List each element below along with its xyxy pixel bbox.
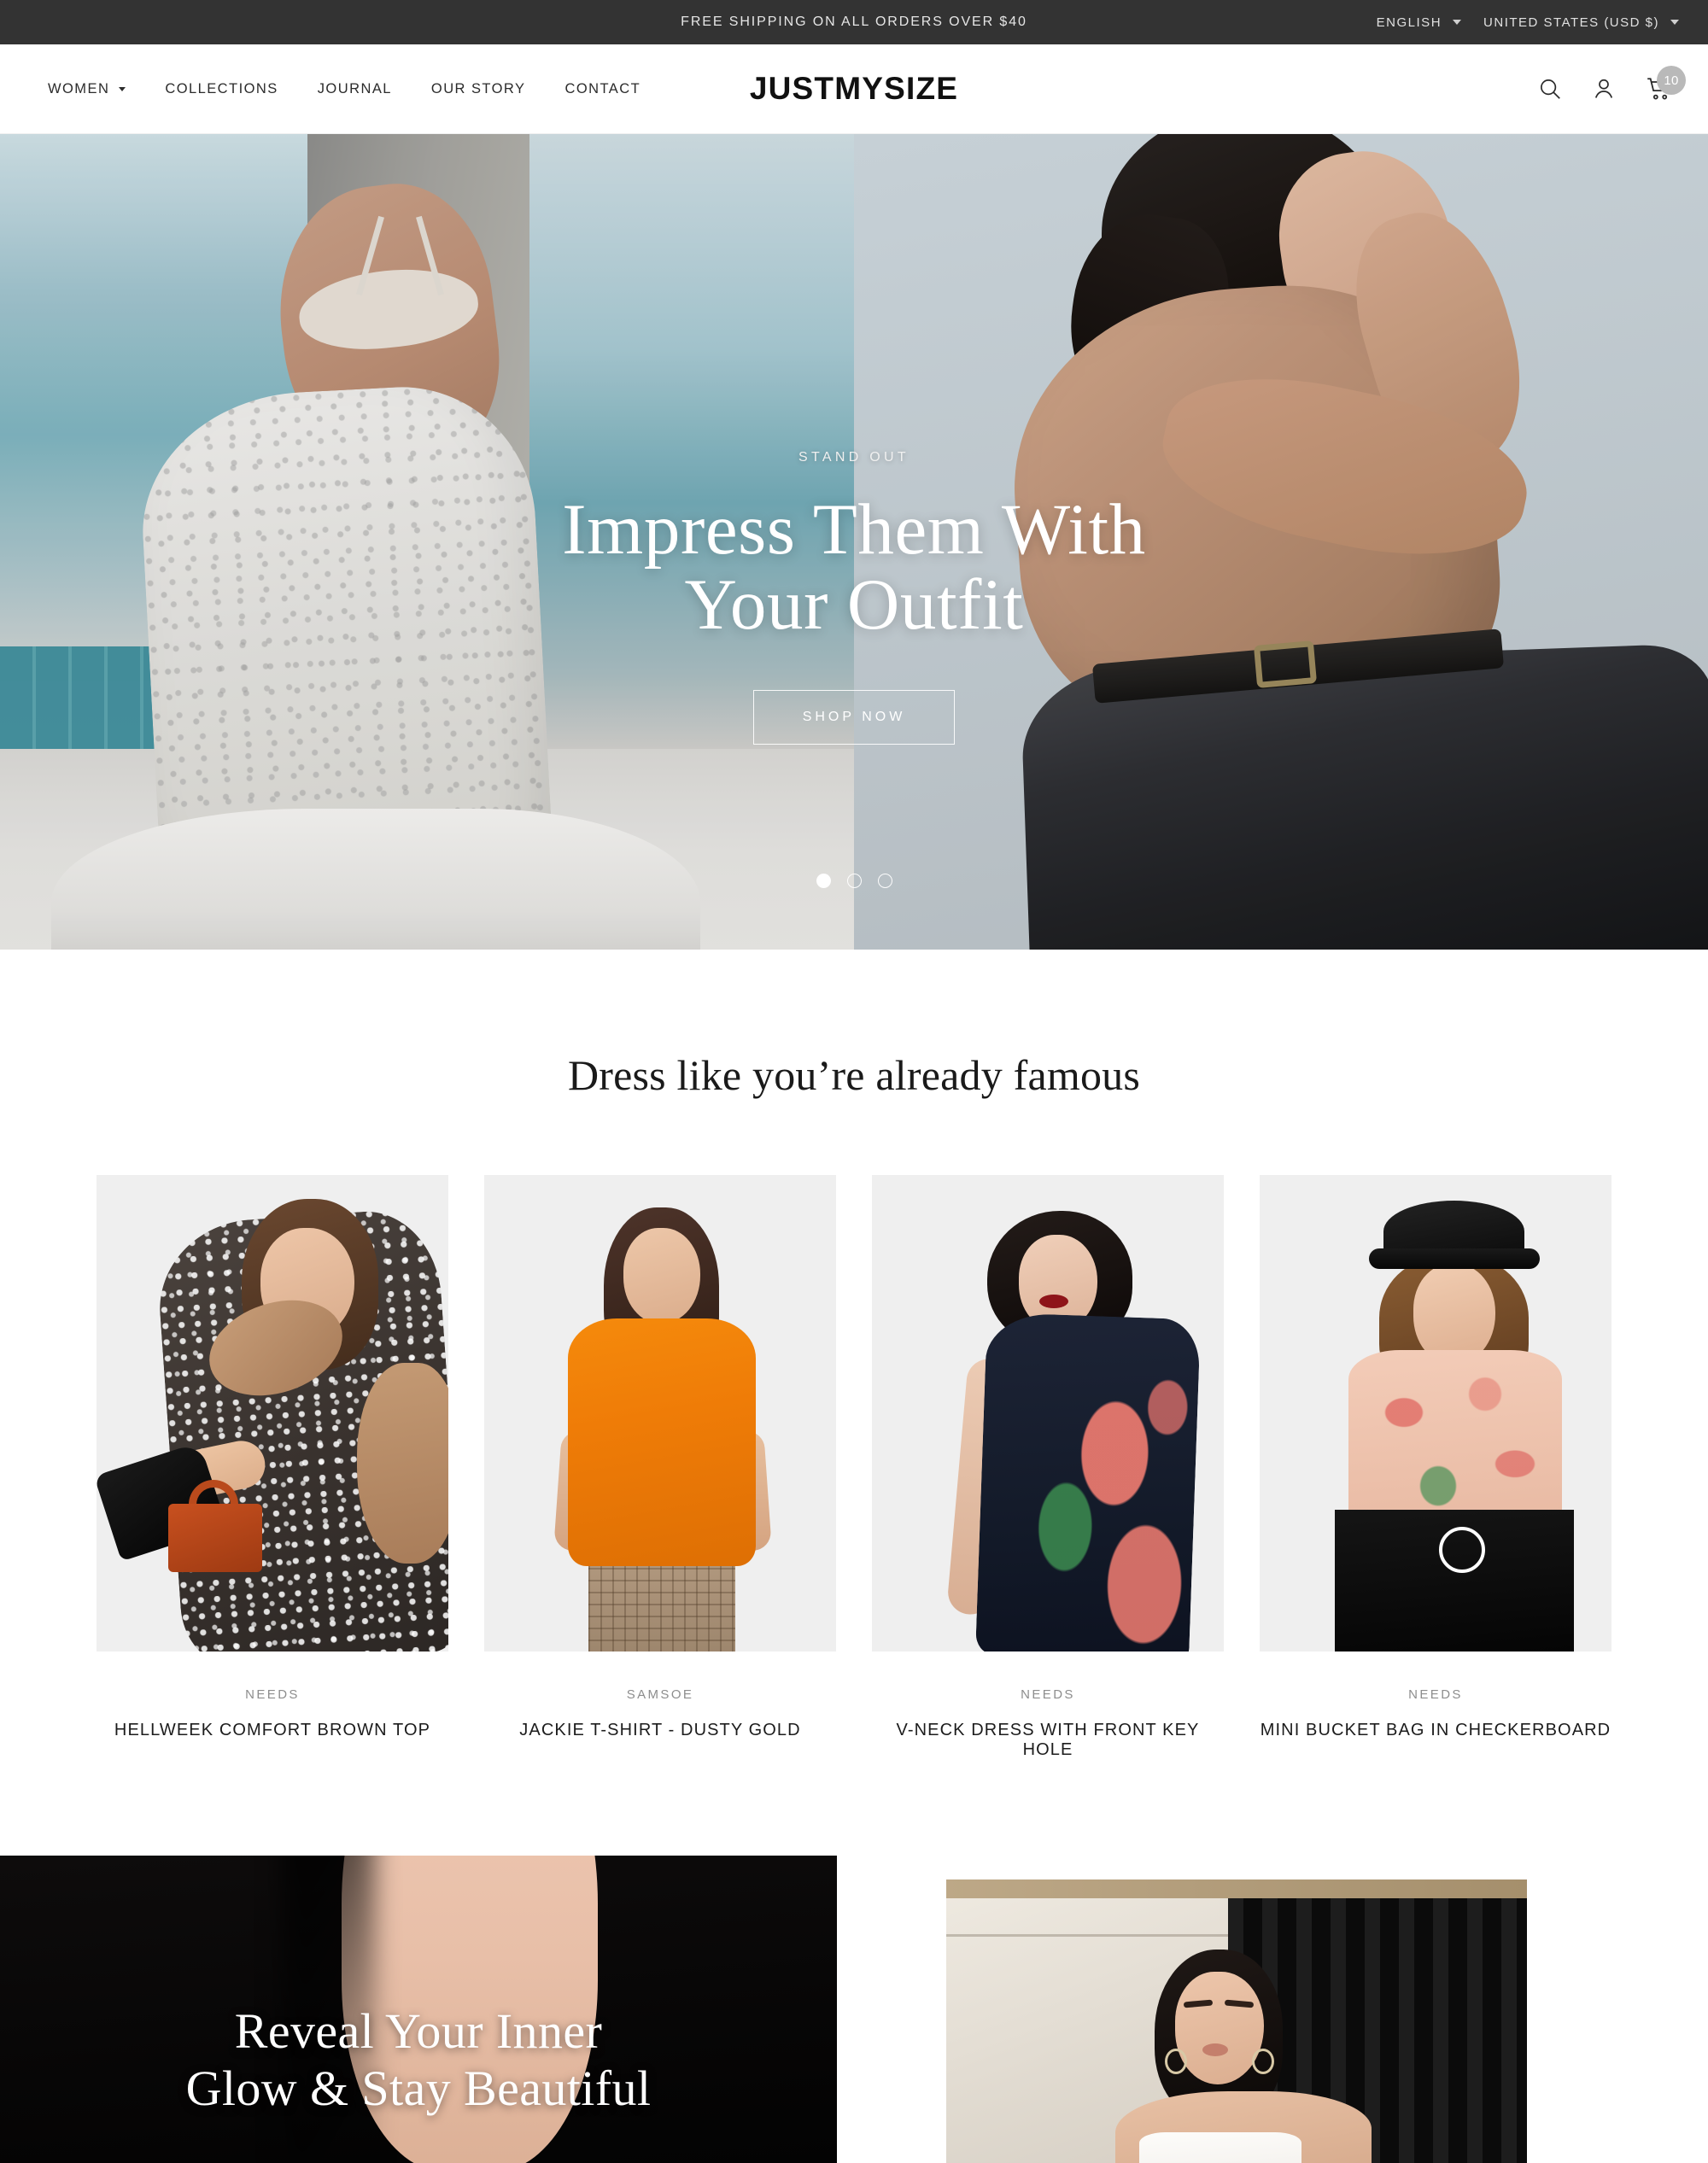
- product-image[interactable]: [1260, 1175, 1611, 1651]
- nav-item-our-story[interactable]: OUR STORY: [412, 81, 546, 97]
- hero-overlay: [0, 134, 1708, 950]
- language-selector-label: ENGLISH: [1376, 15, 1442, 30]
- product-title[interactable]: HELLWEEK COMFORT BROWN TOP: [97, 1721, 448, 1740]
- hero-pagination: [0, 874, 1708, 888]
- product-image[interactable]: [484, 1175, 836, 1651]
- product-card[interactable]: NEEDS V-NECK DRESS WITH FRONT KEY HOLE: [872, 1175, 1224, 1760]
- product-meta: NEEDS MINI BUCKET BAG IN CHECKERBOARD: [1260, 1651, 1611, 1740]
- currency-selector[interactable]: UNITED STATES (USD $): [1483, 15, 1679, 30]
- product-grid: NEEDS HELLWEEK COMFORT BROWN TOP SAMSOE …: [0, 1175, 1708, 1760]
- featured-products-section: Dress like you’re already famous NEEDS H…: [0, 950, 1708, 1760]
- product-image[interactable]: [97, 1175, 448, 1651]
- chevron-down-icon: [1670, 20, 1679, 25]
- nav-item-women[interactable]: WOMEN: [29, 81, 145, 97]
- nav-item-journal[interactable]: JOURNAL: [298, 81, 412, 97]
- chevron-down-icon: [119, 86, 126, 91]
- site-header: WOMEN COLLECTIONS JOURNAL OUR STORY CONT…: [0, 44, 1708, 134]
- currency-selector-label: UNITED STATES (USD $): [1483, 15, 1659, 30]
- nav-item-label: JOURNAL: [317, 80, 392, 96]
- product-image[interactable]: [872, 1175, 1224, 1651]
- announcement-selectors: ENGLISH UNITED STATES (USD $): [1377, 15, 1708, 30]
- product-meta: NEEDS HELLWEEK COMFORT BROWN TOP: [97, 1651, 448, 1740]
- product-title[interactable]: JACKIE T-SHIRT - DUSTY GOLD: [484, 1721, 836, 1740]
- main-navigation: WOMEN COLLECTIONS JOURNAL OUR STORY CONT…: [29, 81, 660, 97]
- cart-count-badge: 10: [1657, 66, 1686, 95]
- header-actions: 10: [1537, 66, 1686, 102]
- announcement-bar: FREE SHIPPING ON ALL ORDERS OVER $40 ENG…: [0, 0, 1708, 44]
- product-vendor: NEEDS: [1408, 1687, 1463, 1702]
- language-selector[interactable]: ENGLISH: [1376, 15, 1462, 30]
- nav-item-label: CONTACT: [564, 80, 641, 96]
- promo-section: Reveal Your Inner Glow & Stay Beautiful: [0, 1856, 1708, 2163]
- nav-item-label: WOMEN: [48, 80, 110, 96]
- product-vendor: NEEDS: [245, 1687, 300, 1702]
- account-icon: [1594, 79, 1613, 98]
- search-button[interactable]: [1537, 76, 1563, 102]
- search-icon: [1541, 79, 1560, 99]
- site-logo[interactable]: JUSTMYSIZE: [750, 71, 958, 107]
- product-card[interactable]: SAMSOE JACKIE T-SHIRT - DUSTY GOLD: [484, 1175, 836, 1760]
- promo-banner-left[interactable]: Reveal Your Inner Glow & Stay Beautiful: [0, 1856, 837, 2163]
- account-button[interactable]: [1591, 76, 1617, 102]
- hero-dot-3[interactable]: [877, 874, 892, 888]
- promo-image[interactable]: [946, 1879, 1527, 2163]
- product-meta: SAMSOE JACKIE T-SHIRT - DUSTY GOLD: [484, 1651, 836, 1740]
- product-title[interactable]: MINI BUCKET BAG IN CHECKERBOARD: [1260, 1721, 1611, 1740]
- nav-item-label: COLLECTIONS: [165, 80, 278, 96]
- product-vendor: NEEDS: [1021, 1687, 1075, 1702]
- hero-shop-now-button[interactable]: SHOP NOW: [752, 690, 956, 745]
- product-card[interactable]: NEEDS HELLWEEK COMFORT BROWN TOP: [97, 1175, 448, 1760]
- featured-section-title: Dress like you’re already famous: [567, 1051, 1141, 1099]
- nav-item-collections[interactable]: COLLECTIONS: [145, 81, 297, 97]
- hero-slider: STAND OUT Impress Them With Your Outfit …: [0, 134, 1708, 950]
- cart-button[interactable]: 10: [1645, 66, 1686, 102]
- product-title[interactable]: V-NECK DRESS WITH FRONT KEY HOLE: [872, 1721, 1224, 1760]
- product-vendor: SAMSOE: [626, 1687, 694, 1702]
- page-root: FREE SHIPPING ON ALL ORDERS OVER $40 ENG…: [0, 0, 1708, 2163]
- product-card[interactable]: NEEDS MINI BUCKET BAG IN CHECKERBOARD: [1260, 1175, 1611, 1760]
- product-meta: NEEDS V-NECK DRESS WITH FRONT KEY HOLE: [872, 1651, 1224, 1760]
- hero-dot-2[interactable]: [846, 874, 862, 888]
- promo-banner-right: [837, 1856, 1708, 2163]
- chevron-down-icon: [1453, 20, 1462, 25]
- hero-dot-1[interactable]: [816, 874, 831, 888]
- nav-item-label: OUR STORY: [430, 80, 526, 96]
- nav-item-contact[interactable]: CONTACT: [545, 81, 660, 97]
